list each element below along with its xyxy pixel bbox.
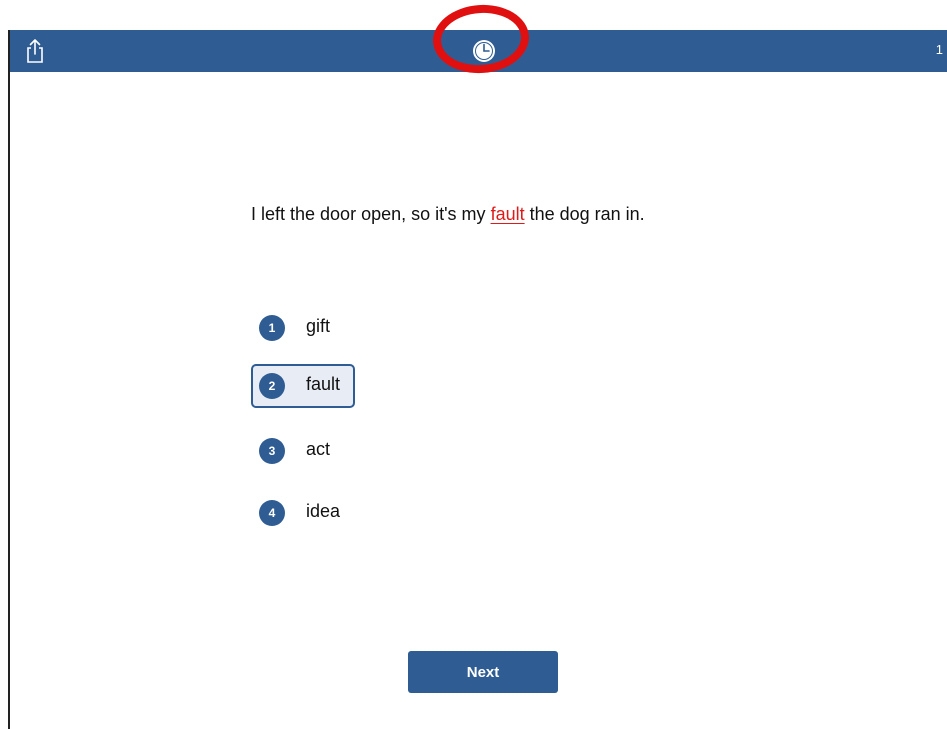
option-2[interactable]: 2 fault bbox=[251, 364, 355, 408]
question-sentence: I left the door open, so it's my fault t… bbox=[251, 204, 645, 225]
page-number: 1 bbox=[935, 42, 943, 57]
share-icon bbox=[24, 39, 46, 68]
option-number-badge: 1 bbox=[259, 315, 285, 341]
option-label: act bbox=[306, 439, 331, 459]
question-text-after: the dog ran in. bbox=[524, 204, 645, 224]
option-number-badge: 3 bbox=[259, 438, 285, 464]
target-word: fault bbox=[490, 204, 525, 224]
option-label: idea bbox=[306, 501, 341, 521]
option-number-badge: 2 bbox=[259, 373, 285, 399]
option-label: gift bbox=[306, 316, 331, 336]
option-1[interactable]: 1 gift bbox=[251, 306, 355, 350]
option-3[interactable]: 3 act bbox=[251, 429, 355, 473]
next-button[interactable]: Next bbox=[408, 651, 558, 693]
option-number-badge: 4 bbox=[259, 500, 285, 526]
app-frame bbox=[8, 30, 947, 729]
question-text-before: I left the door open, so it's my bbox=[251, 204, 491, 224]
share-button[interactable] bbox=[24, 38, 46, 64]
option-label: fault bbox=[306, 374, 341, 394]
option-4[interactable]: 4 idea bbox=[251, 491, 355, 535]
